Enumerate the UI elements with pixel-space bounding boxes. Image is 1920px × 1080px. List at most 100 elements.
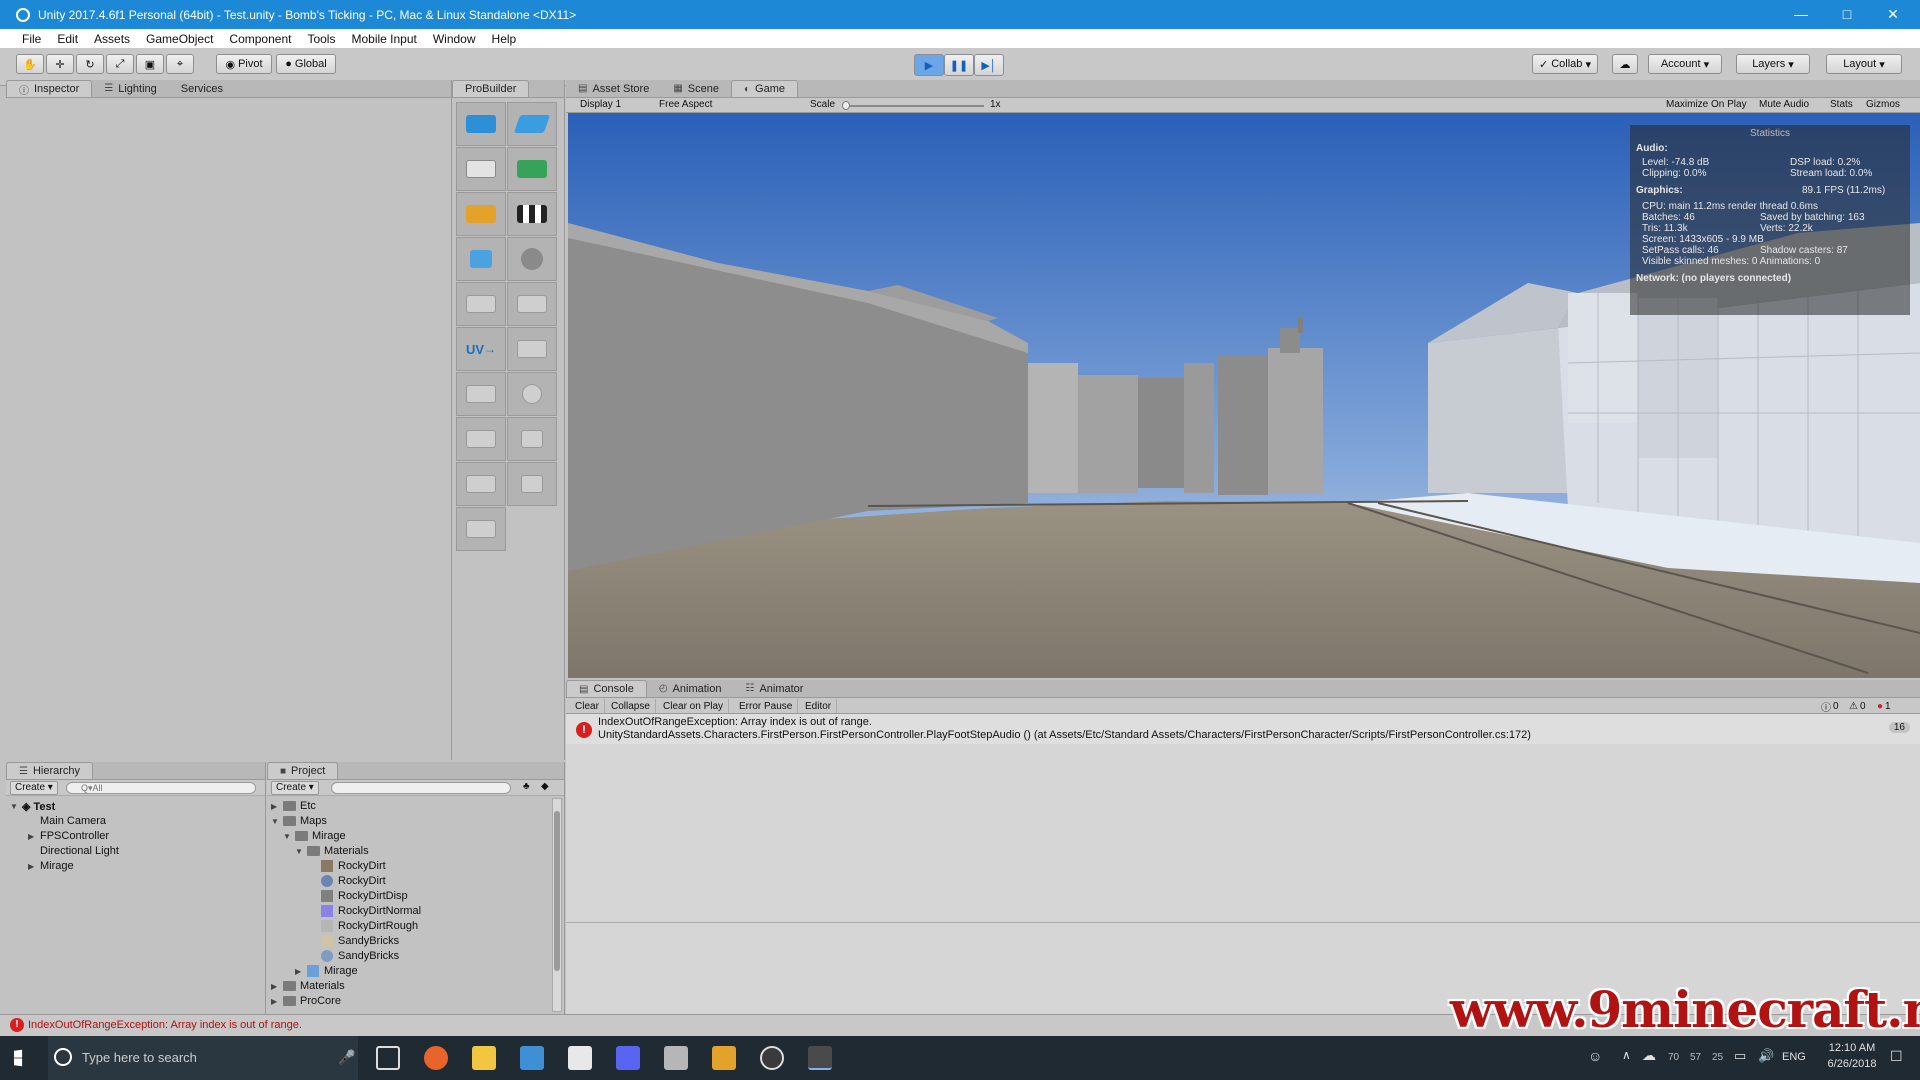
editor-dropdown[interactable]: Editor (800, 699, 838, 713)
menu-mobile-input[interactable]: Mobile Input (343, 32, 424, 46)
pause-button[interactable]: ❚❚ (944, 54, 974, 76)
hierarchy-item-mirage[interactable]: ▶ Mirage (28, 860, 74, 872)
rotate-tool-icon[interactable]: ↻ (76, 54, 104, 74)
expand-arrow-icon[interactable]: ▶ (28, 862, 40, 871)
expand-arrow-icon[interactable]: ▼ (271, 817, 283, 826)
expand-arrow-icon[interactable]: ▼ (10, 802, 22, 811)
tray-chevron-icon[interactable]: ∧ (1622, 1048, 1631, 1062)
global-button[interactable]: ● Global (276, 54, 336, 74)
expand-arrow-icon[interactable]: ▶ (295, 967, 307, 976)
project-item-procore[interactable]: ▶ ProCore (271, 995, 341, 1007)
project-scrollbar-thumb[interactable] (554, 811, 560, 971)
mail-icon[interactable] (568, 1046, 592, 1070)
tab-animator[interactable]: ☷ Animator (733, 680, 815, 697)
gizmos-dropdown[interactable]: Gizmos (1866, 99, 1900, 110)
tab-services[interactable]: Services (169, 80, 235, 97)
menu-file[interactable]: File (14, 32, 49, 46)
tab-hierarchy[interactable]: ☰ Hierarchy (6, 762, 94, 779)
tab-project[interactable]: ■ Project (267, 762, 339, 779)
transform-tool-icon[interactable]: ⌖ (166, 54, 194, 74)
tab-asset-store[interactable]: ▤ Asset Store (566, 80, 661, 97)
move-tool-icon[interactable]: ✛ (46, 54, 74, 74)
expand-arrow-icon[interactable]: ▶ (271, 997, 283, 1006)
tab-probuilder[interactable]: ProBuilder (452, 80, 530, 97)
microphone-icon[interactable]: 🎤 (338, 1049, 355, 1066)
expand-arrow-icon[interactable]: ▶ (28, 832, 40, 841)
project-item-materials-root[interactable]: ▶ Materials (271, 980, 345, 992)
menu-edit[interactable]: Edit (49, 32, 86, 46)
connect-button[interactable] (456, 462, 506, 506)
expand-arrow-icon[interactable]: ▼ (283, 832, 295, 841)
project-item-mirage-folder[interactable]: ▼ Mirage (283, 830, 346, 842)
onedrive-icon[interactable]: ☁ (1642, 1047, 1656, 1064)
new-shape-button[interactable] (456, 102, 506, 146)
display-dropdown[interactable]: Display 1 (580, 99, 621, 110)
pivot-button[interactable]: ◉ Pivot (216, 54, 272, 74)
app-icon[interactable] (664, 1046, 688, 1070)
unity-taskbar-icon[interactable] (808, 1046, 832, 1070)
vertex-colors-button[interactable] (507, 147, 557, 191)
account-dropdown[interactable]: Account ▾ (1648, 54, 1722, 74)
project-item-rockydirt-material[interactable]: RockyDirt (321, 875, 386, 887)
windows-start-icon[interactable] (14, 1049, 23, 1067)
project-item-sandybricks-material[interactable]: SandyBricks (321, 950, 399, 962)
game-viewport[interactable]: Statistics Audio: Level: -74.8 dB Clippi… (568, 113, 1920, 678)
project-create-dropdown[interactable]: Create ▾ (271, 781, 319, 795)
layout-dropdown[interactable]: Layout ▾ (1826, 54, 1902, 74)
mute-audio-toggle[interactable]: Mute Audio (1759, 99, 1809, 110)
material-editor-button[interactable] (456, 147, 506, 191)
stats-toggle[interactable]: Stats (1830, 99, 1853, 110)
uv-editor-button[interactable] (507, 192, 557, 236)
hand-tool-icon[interactable]: ✋ (16, 54, 44, 74)
scale-slider[interactable] (844, 105, 984, 107)
filter-type-icon[interactable]: ♣ (523, 781, 530, 792)
tab-console[interactable]: ▤ Console (566, 680, 647, 697)
file-explorer-icon[interactable] (472, 1046, 496, 1070)
hierarchy-item-directional-light[interactable]: Directional Light (40, 845, 119, 857)
scene-root[interactable]: ▼ ◈ Test (10, 800, 55, 814)
smoothing-button[interactable] (456, 192, 506, 236)
step-button[interactable]: ▶│ (974, 54, 1004, 76)
notification-icon[interactable]: ☐ (1890, 1048, 1903, 1065)
menu-help[interactable]: Help (484, 32, 525, 46)
project-item-maps[interactable]: ▼ Maps (271, 815, 327, 827)
menu-assets[interactable]: Assets (86, 32, 138, 46)
clock-date[interactable]: 6/26/2018 (1816, 1058, 1888, 1070)
volume-icon[interactable]: 🔊 (1758, 1048, 1774, 1064)
hierarchy-search-input[interactable] (66, 782, 256, 794)
people-icon[interactable]: ☺ (1588, 1048, 1602, 1064)
menu-window[interactable]: Window (425, 32, 484, 46)
weld-button[interactable] (507, 417, 557, 461)
project-item-rockydirtdisp[interactable]: RockyDirtDisp (321, 890, 408, 902)
language-indicator[interactable]: ENG (1782, 1051, 1806, 1063)
new-poly-shape-button[interactable] (507, 102, 557, 146)
menu-component[interactable]: Component (221, 32, 299, 46)
tab-lighting[interactable]: ☰ Lighting (92, 80, 169, 97)
project-item-etc[interactable]: ▶ Etc (271, 800, 316, 812)
taskbar-search-box[interactable]: Type here to search 🎤 (48, 1036, 358, 1080)
uv-button[interactable]: UV → (456, 327, 506, 371)
project-scrollbar[interactable] (552, 798, 562, 1012)
subdivide-button[interactable] (507, 327, 557, 371)
console-divider[interactable] (566, 922, 1920, 923)
error-pause-button[interactable]: Error Pause (734, 699, 799, 713)
maximize-icon[interactable]: □ (1824, 0, 1870, 29)
menu-gameobject[interactable]: GameObject (138, 32, 221, 46)
clear-on-play-button[interactable]: Clear on Play (658, 699, 730, 713)
insert-edge-button[interactable] (507, 462, 557, 506)
hierarchy-item-fpscontroller[interactable]: ▶ FPSController (28, 830, 109, 842)
discord-icon[interactable] (616, 1046, 640, 1070)
tab-animation[interactable]: ◴ Animation (647, 680, 734, 697)
bevel-button[interactable] (456, 372, 506, 416)
rect-tool-icon[interactable]: ▣ (136, 54, 164, 74)
store-icon[interactable] (520, 1046, 544, 1070)
maximize-on-play-toggle[interactable]: Maximize On Play (1666, 99, 1747, 110)
warning-filter-toggle[interactable]: ⚠ 0 (1844, 699, 1871, 713)
project-item-rockydirtnormal[interactable]: RockyDirtNormal (321, 905, 421, 917)
expand-arrow-icon[interactable]: ▶ (271, 802, 283, 811)
scale-tool-icon[interactable]: ⤢ (106, 54, 134, 74)
obs-icon[interactable] (760, 1046, 784, 1070)
project-item-rockydirtrough[interactable]: RockyDirtRough (321, 920, 418, 932)
pdf-icon[interactable] (712, 1046, 736, 1070)
expand-arrow-icon[interactable]: ▼ (295, 847, 307, 856)
